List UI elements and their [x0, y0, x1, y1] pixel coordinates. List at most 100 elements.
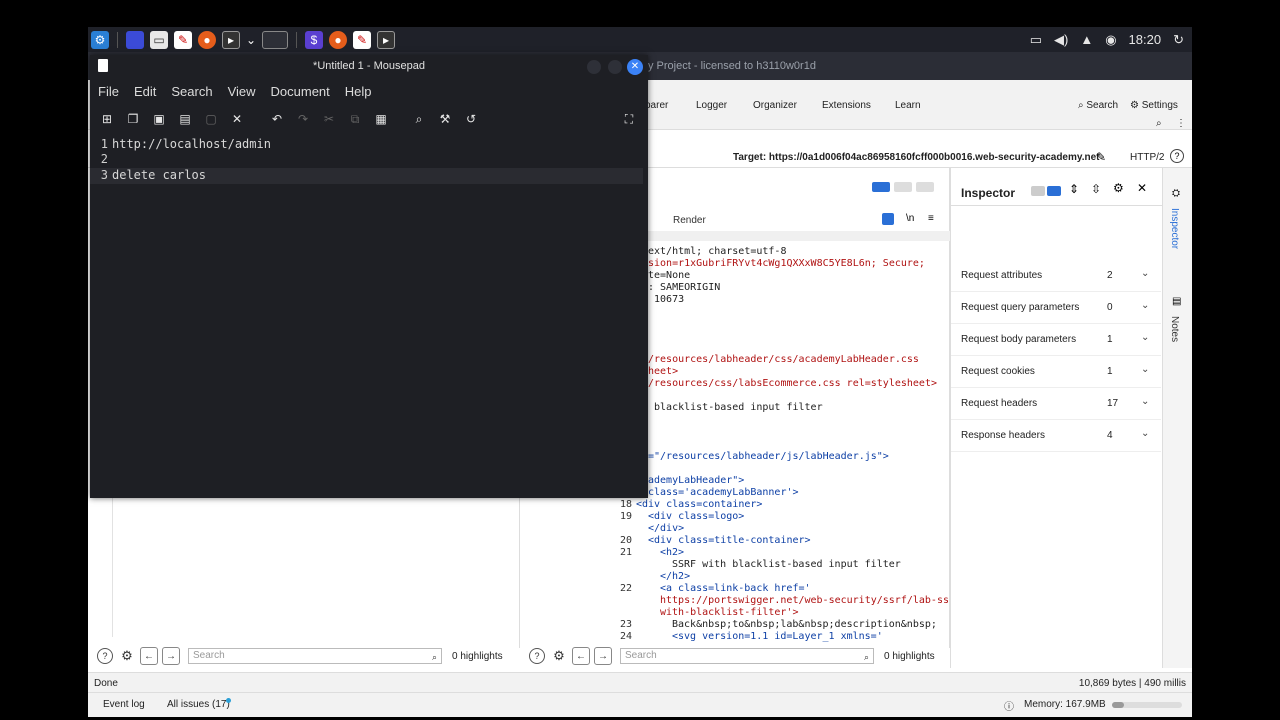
inspector-layout-icon[interactable]	[1031, 186, 1045, 196]
new-window-icon[interactable]: ❐	[122, 108, 144, 130]
inspector-tab-icon[interactable]: ⛭	[1172, 188, 1180, 199]
edit-pencil-icon[interactable]: ✎	[1096, 150, 1106, 164]
nav-learn[interactable]: Learn	[895, 100, 921, 111]
menu-edit[interactable]: Edit	[134, 84, 156, 99]
inspector-row-body-parameters[interactable]: Request body parameters 1 ⌄	[951, 324, 1161, 356]
row-label: Request headers	[961, 398, 1038, 409]
undo-icon[interactable]: ↶	[266, 108, 288, 130]
close-button[interactable]: ✕	[627, 59, 643, 75]
firefox-icon[interactable]: ●	[198, 30, 216, 49]
find-replace-icon[interactable]: ⚒	[434, 108, 456, 130]
close-icon[interactable]: ✕	[1137, 181, 1147, 195]
save-as-icon[interactable]: ▤	[174, 108, 196, 130]
chevron-down-icon[interactable]: ⌄	[1141, 396, 1149, 407]
nav-comparer[interactable]: parer	[645, 100, 668, 111]
close-document-icon[interactable]: ✕	[226, 108, 248, 130]
save-icon[interactable]: ▣	[148, 108, 170, 130]
fullscreen-icon[interactable]: ⛶	[618, 108, 640, 130]
event-log-link[interactable]: Event log	[103, 699, 145, 710]
minimize-button[interactable]	[587, 60, 601, 74]
volume-icon[interactable]: ◀)	[1054, 32, 1068, 48]
inspector-layout-active-icon[interactable]	[1047, 186, 1061, 196]
goto-icon[interactable]: ↺	[460, 108, 482, 130]
menu-view[interactable]: View	[228, 84, 256, 99]
next-arrow-icon[interactable]: →	[594, 647, 612, 665]
code-line: /resources/css/labsEcommerce.css rel=sty…	[648, 378, 937, 389]
menu-file[interactable]: File	[98, 84, 119, 99]
menu-icon[interactable]: ≡	[928, 213, 934, 224]
newline-icon[interactable]: \n	[906, 213, 914, 224]
notification-bell-icon[interactable]: ▲	[1080, 32, 1093, 47]
prev-arrow-icon[interactable]: ←	[140, 647, 158, 665]
all-issues-link[interactable]: All issues (17)	[167, 699, 230, 710]
paste-icon[interactable]: ▦	[370, 108, 392, 130]
tab-render[interactable]: Render	[673, 215, 706, 226]
mousepad-icon[interactable]: ✎	[174, 30, 192, 49]
terminal-icon[interactable]: ▸	[222, 30, 240, 49]
layout-horizontal-icon[interactable]	[894, 182, 912, 192]
help-icon[interactable]: ?	[1170, 149, 1184, 163]
search-button[interactable]: ⌕ Search	[1078, 100, 1118, 111]
new-document-icon[interactable]: ⊞	[96, 108, 118, 130]
prev-arrow-icon[interactable]: ←	[572, 647, 590, 665]
firefox-window-icon[interactable]: ●	[329, 30, 347, 49]
files-icon[interactable]: ▭	[150, 30, 168, 49]
settings-button[interactable]: ⚙ Settings	[1130, 100, 1178, 111]
inspector-row-request-headers[interactable]: Request headers 17 ⌄	[951, 388, 1161, 420]
mousepad-window-icon[interactable]: ✎	[353, 30, 371, 49]
kali-menu-icon[interactable]: ⚙	[91, 30, 109, 49]
copy-icon[interactable]: ⧉	[344, 108, 366, 130]
gear-icon[interactable]: ⚙	[551, 648, 567, 664]
text-editor[interactable]: 1 http://localhost/admin 2 3 delete carlos	[90, 137, 648, 497]
cut-icon[interactable]: ✂	[318, 108, 340, 130]
menu-search[interactable]: Search	[171, 84, 212, 99]
gear-icon[interactable]: ⚙	[119, 648, 135, 664]
inspector-row-response-headers[interactable]: Response headers 4 ⌄	[951, 420, 1161, 452]
help-icon[interactable]: ?	[529, 648, 545, 664]
expand-all-icon[interactable]: ⇕	[1069, 182, 1079, 196]
redo-icon[interactable]: ↷	[292, 108, 314, 130]
search-input[interactable]: Search ⌕	[188, 648, 442, 664]
power-icon[interactable]: ◉	[1105, 32, 1116, 48]
menu-help[interactable]: Help	[345, 84, 372, 99]
tab-inspector[interactable]: Inspector	[1169, 208, 1180, 249]
nav-logger[interactable]: Logger	[696, 100, 727, 111]
chevron-down-icon[interactable]: ⌄	[1141, 364, 1149, 375]
pretty-icon[interactable]	[882, 213, 894, 225]
nav-organizer[interactable]: Organizer	[753, 100, 797, 111]
chevron-down-icon[interactable]: ⌄	[1141, 300, 1149, 311]
workspaces-icon[interactable]	[262, 30, 288, 49]
chevron-down-icon[interactable]: ⌄	[1141, 268, 1149, 279]
inspector-row-request-cookies[interactable]: Request cookies 1 ⌄	[951, 356, 1161, 388]
refresh-icon[interactable]: ↻	[1173, 32, 1184, 48]
maximize-button[interactable]	[608, 60, 622, 74]
next-arrow-icon[interactable]: →	[162, 647, 180, 665]
http-version[interactable]: HTTP/2	[1130, 152, 1164, 163]
find-icon[interactable]: ⌕	[408, 108, 430, 130]
burp-icon[interactable]: $	[305, 30, 323, 49]
search-input[interactable]: Search ⌕	[620, 648, 874, 664]
collapse-all-icon[interactable]: ⇳	[1091, 182, 1101, 196]
more-vert-icon[interactable]: ⋮	[1176, 118, 1186, 129]
chevron-down-icon[interactable]: ⌄	[1141, 428, 1149, 439]
layout-vertical-icon[interactable]	[916, 182, 934, 192]
gear-icon[interactable]: ⚙	[1113, 181, 1124, 195]
layout-toggle[interactable]	[872, 182, 934, 192]
help-icon[interactable]: ?	[97, 648, 113, 664]
tab-notes[interactable]: Notes	[1169, 316, 1180, 342]
nav-extensions[interactable]: Extensions	[822, 100, 871, 111]
layout-split-icon[interactable]	[872, 182, 890, 192]
display-icon[interactable]: ▭	[1030, 32, 1042, 48]
clock[interactable]: 18:20	[1129, 32, 1162, 47]
revert-icon[interactable]: ▢	[200, 108, 222, 130]
inspector-row-request-attributes[interactable]: Request attributes 2 ⌄	[951, 260, 1161, 292]
desktop-icon[interactable]	[126, 30, 144, 49]
chevron-down-icon[interactable]: ⌄	[1141, 332, 1149, 343]
menu-document[interactable]: Document	[271, 84, 330, 99]
notes-tab-icon[interactable]: ▤	[1172, 296, 1181, 307]
editor-line: 1 http://localhost/admin	[90, 137, 643, 153]
chevron-down-icon[interactable]: ⌄	[246, 31, 256, 49]
search-icon[interactable]: ⌕	[1156, 118, 1162, 129]
inspector-row-query-parameters[interactable]: Request query parameters 0 ⌄	[951, 292, 1161, 324]
terminal-window-icon[interactable]: ▸	[377, 30, 395, 49]
